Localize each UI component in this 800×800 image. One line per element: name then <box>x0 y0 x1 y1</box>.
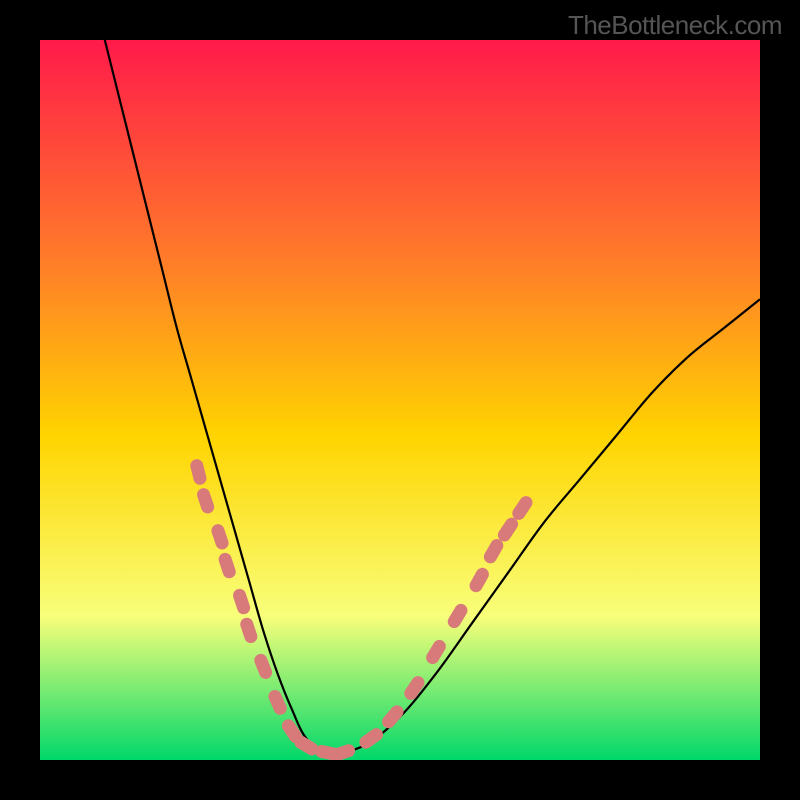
chart-frame: TheBottleneck.com <box>0 0 800 800</box>
plot-area <box>40 40 760 760</box>
gradient-background <box>40 40 760 760</box>
bottleneck-chart <box>40 40 760 760</box>
watermark-text: TheBottleneck.com <box>568 10 782 41</box>
